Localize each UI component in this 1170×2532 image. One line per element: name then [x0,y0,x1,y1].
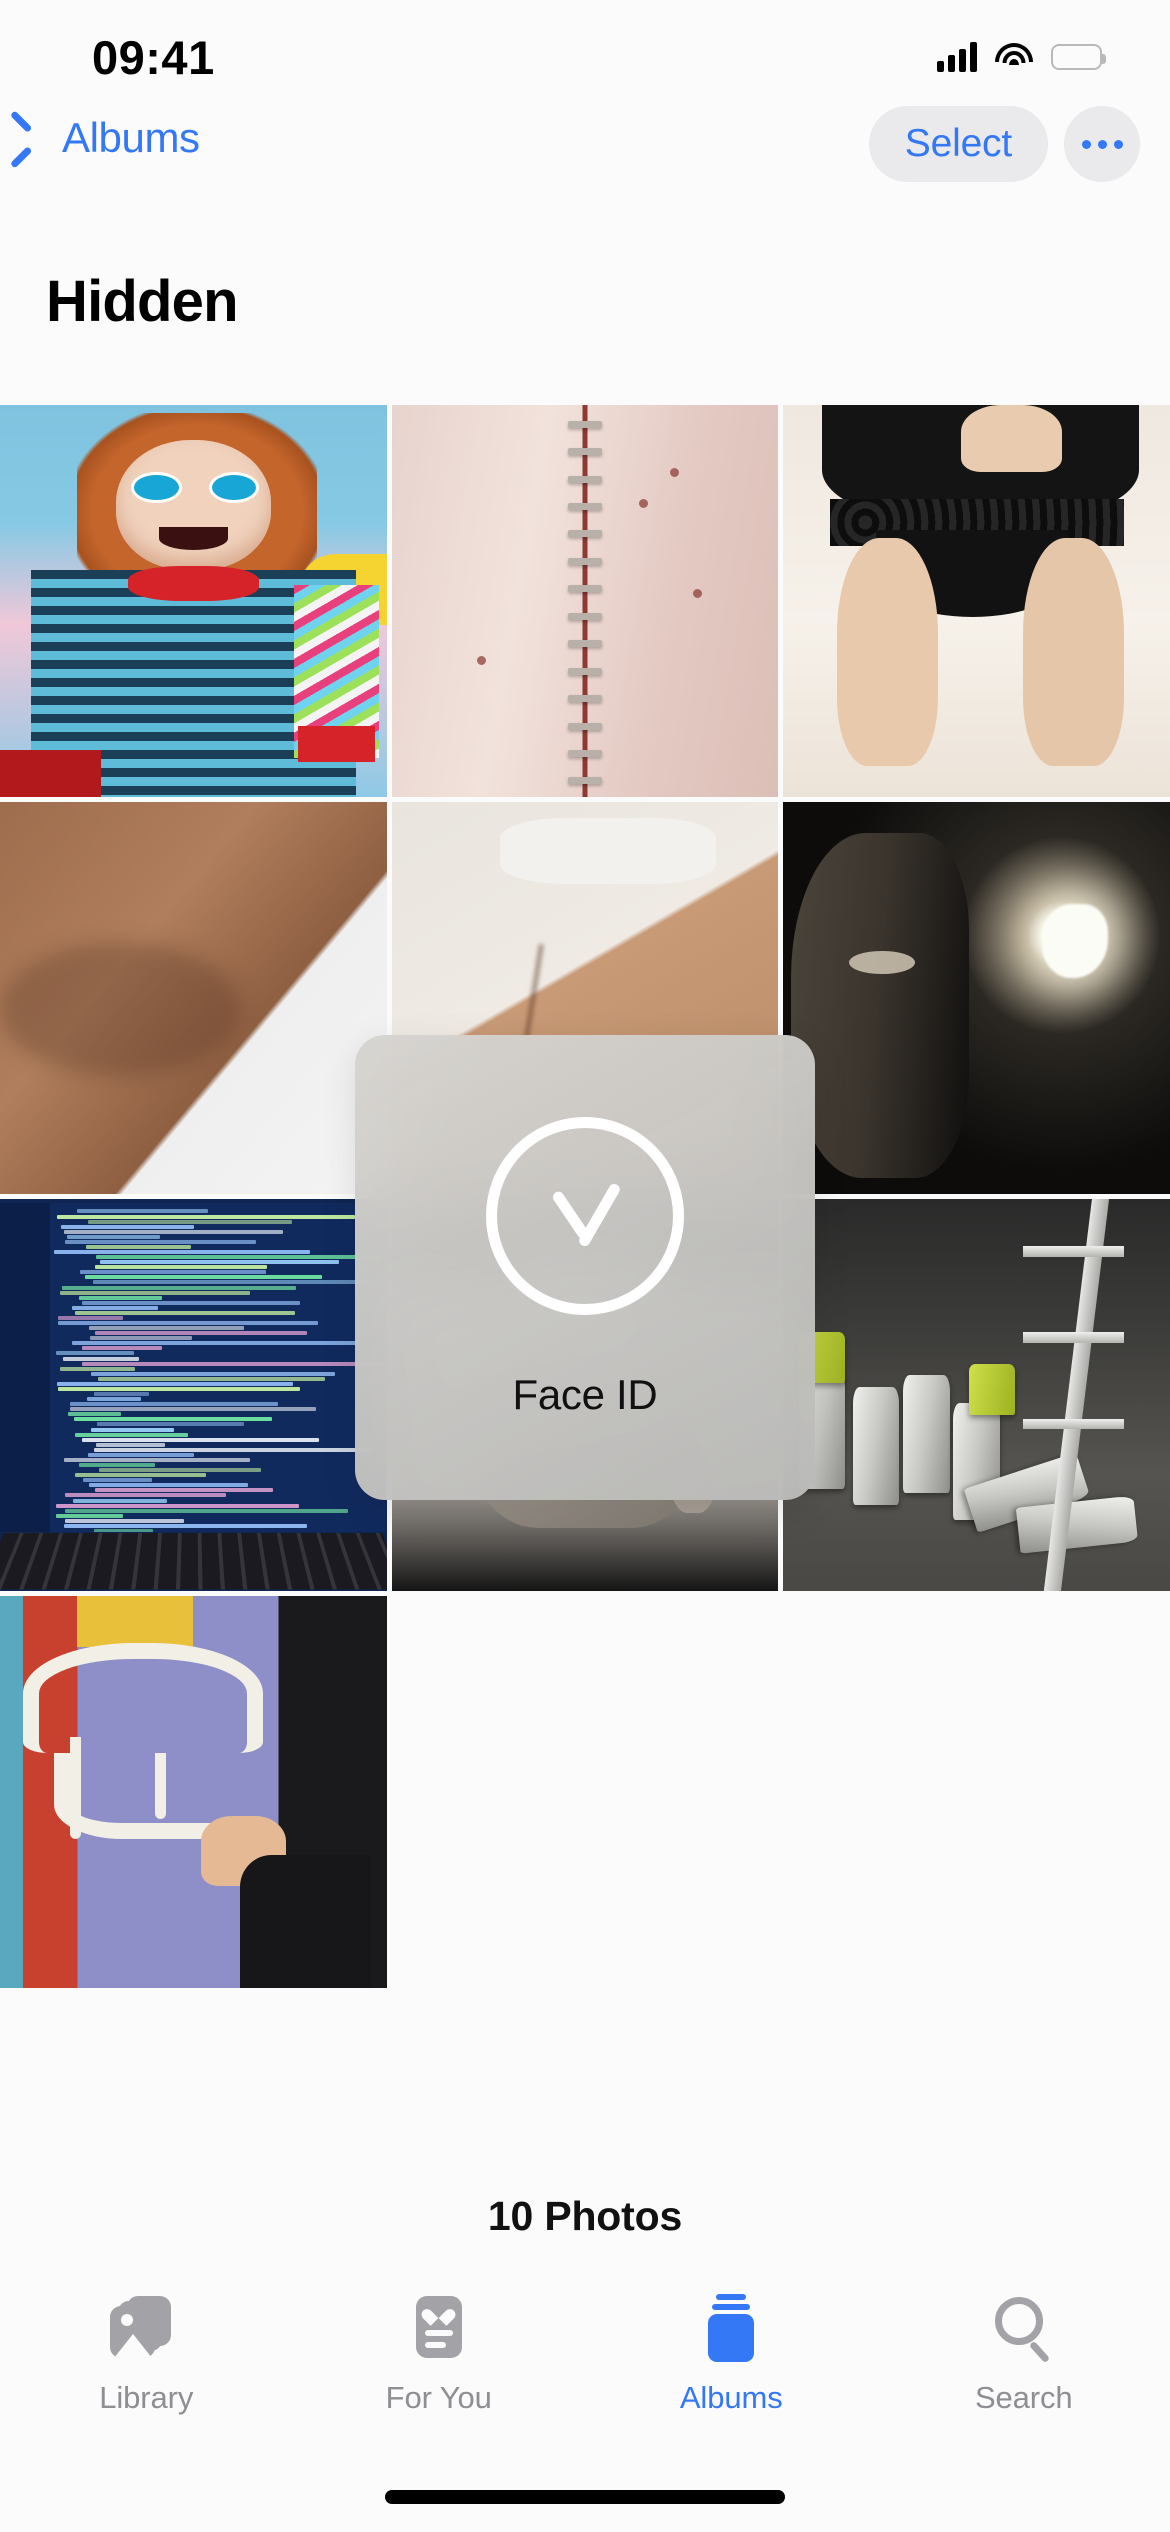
status-bar-indicators [937,42,1102,72]
photo-thumbnail[interactable] [783,1199,1170,1591]
status-bar: 09:41 [0,0,1170,100]
tab-search[interactable]: Search [878,2292,1170,2416]
tab-for-you-label: For You [386,2380,492,2416]
spray-cans-photo [783,1199,1170,1591]
tab-albums[interactable]: Albums [585,2292,878,2416]
surgical-scar-photo [392,405,779,797]
select-button-label: Select [905,122,1012,166]
photo-thumbnail[interactable] [0,405,387,797]
tab-library[interactable]: Library [0,2292,293,2416]
navigation-bar: Albums Select [0,100,1170,192]
status-bar-time: 09:41 [92,30,215,85]
checkmark-icon [537,1186,633,1240]
tab-library-label: Library [99,2380,193,2416]
wifi-icon [995,43,1033,72]
face-id-label: Face ID [513,1371,658,1419]
select-button[interactable]: Select [869,106,1048,182]
dark-face-light-photo [783,802,1170,1194]
graffiti-wall-photo [0,1596,387,1988]
checkmark-circle-icon [486,1117,684,1315]
magnifier-icon [987,2292,1061,2366]
photo-count-label: 10 Photos [0,2193,1170,2240]
home-indicator[interactable] [385,2490,785,2504]
chevron-left-icon [26,119,48,157]
code-screen-photo [0,1199,387,1591]
more-options-button[interactable] [1064,106,1140,182]
photos-app-screen: 09:41 Albums Select Hidden Face ID 10 Ph… [0,0,1170,2532]
photo-thumbnail[interactable] [0,1596,387,1988]
ellipsis-icon-dot [1114,140,1123,149]
photo-thumbnail[interactable] [0,1199,387,1591]
face-id-authentication-panel[interactable]: Face ID [355,1035,815,1500]
chucky-doll-photo [0,405,387,797]
torso-skin-photo [0,802,387,1194]
photo-thumbnail[interactable] [783,802,1170,1194]
battery-icon [1051,44,1102,70]
photo-thumbnail[interactable] [0,802,387,1194]
heart-card-icon [402,2292,476,2366]
albums-icon [694,2292,768,2366]
ellipsis-icon-dot [1082,140,1091,149]
nav-bar-actions: Select [869,106,1140,182]
lingerie-photo [783,405,1170,797]
tab-for-you[interactable]: For You [293,2292,586,2416]
back-button-albums[interactable]: Albums [26,114,200,162]
library-icon [109,2292,183,2366]
photo-thumbnail[interactable] [392,405,779,797]
page-title: Hidden [46,268,238,335]
back-button-label: Albums [62,114,200,162]
ellipsis-icon-dot [1098,140,1107,149]
tab-albums-label: Albums [680,2380,783,2416]
photo-thumbnail[interactable] [783,405,1170,797]
tab-search-label: Search [975,2380,1073,2416]
cellular-signal-icon [937,42,977,72]
